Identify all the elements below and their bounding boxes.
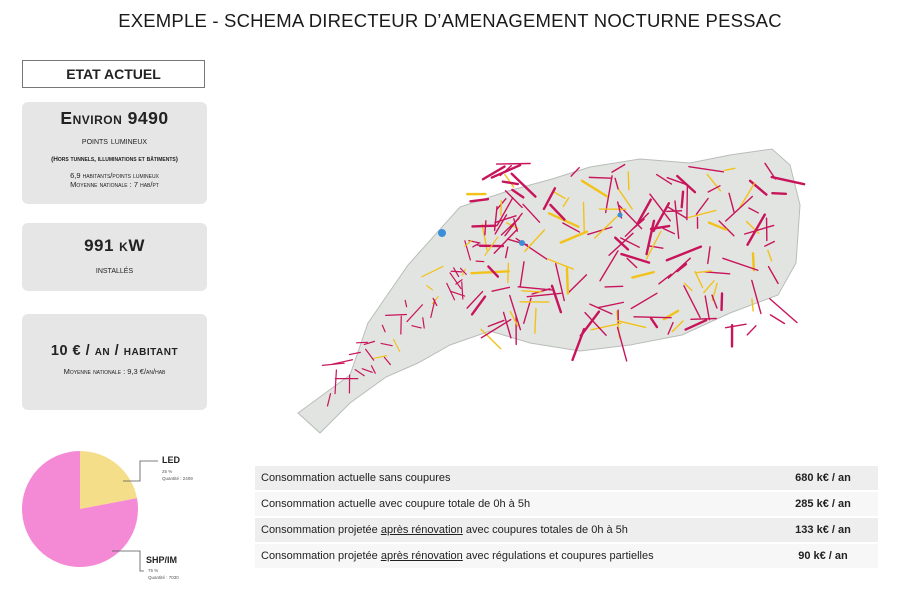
consumption-label: Consommation projetée après rénovation a… <box>255 550 768 562</box>
map-street <box>605 286 623 287</box>
map-street <box>386 315 407 316</box>
map-street <box>567 268 568 293</box>
power-headline: 991 kW <box>22 236 207 256</box>
map-street <box>770 315 784 324</box>
pie-label-shp: SHP/IM <box>146 555 177 565</box>
consumption-row: Consommation projetée après rénovation a… <box>255 518 878 542</box>
map-area <box>298 149 800 433</box>
state-label: ETAT ACTUEL <box>66 66 161 82</box>
pie-svg <box>20 443 230 593</box>
cost-line1: Moyenne nationale : 9,3 €/an/hab <box>22 367 207 376</box>
map-svg <box>290 145 810 445</box>
map-street <box>772 193 785 194</box>
page-title: EXEMPLE - SCHEMA DIRECTEUR D’AMENAGEMENT… <box>0 10 900 32</box>
points-ratio: 6,9 habitants/points lumineux Moyenne na… <box>22 171 207 189</box>
map-street <box>505 175 514 187</box>
map-water-2 <box>519 240 525 246</box>
map-street <box>691 319 716 320</box>
pie-sub-shp-2: Quantité : 7030 <box>148 575 179 580</box>
map-water-3 <box>618 213 623 218</box>
map-street <box>497 164 531 165</box>
map-street <box>634 317 671 318</box>
map-street <box>682 192 683 208</box>
points-line4: Moyenne nationale : 7 hab/pt <box>22 180 207 189</box>
consumption-label: Consommation actuelle sans coupures <box>255 472 768 484</box>
power-card: 991 kW installés <box>22 223 207 291</box>
map-street <box>584 202 585 232</box>
consumption-value: 133 k€ / an <box>768 524 878 536</box>
pie-sub-led-2: Quantité : 2409 <box>162 476 193 481</box>
cost-card: 10 € / an / habitant Moyenne nationale :… <box>22 314 207 410</box>
pie-sub-shp-1: 75 % <box>148 568 158 573</box>
state-label-box: ETAT ACTUEL <box>22 60 205 88</box>
map-street <box>747 326 756 335</box>
map-street <box>472 226 495 227</box>
consumption-row: Consommation actuelle avec coupure total… <box>255 492 878 516</box>
map-street <box>503 182 518 184</box>
consumption-table: Consommation actuelle sans coupures 680 … <box>255 466 878 570</box>
map-street <box>753 253 754 270</box>
points-card: Environ 9490 points lumineux (Hors tunne… <box>22 102 207 204</box>
map-street <box>687 186 688 220</box>
consumption-value: 680 k€ / an <box>768 472 878 484</box>
pie-chart: LED 25 % Quantité : 2409 SHP/IM 75 % Qua… <box>20 443 230 593</box>
points-line3: 6,9 habitants/points lumineux <box>22 171 207 180</box>
consumption-row: Consommation actuelle sans coupures 680 … <box>255 466 878 490</box>
power-line1: installés <box>22 265 207 276</box>
consumption-value: 285 k€ / an <box>768 498 878 510</box>
map-street <box>770 299 797 323</box>
map-street <box>508 263 509 282</box>
consumption-label: Consommation projetée après rénovation a… <box>255 524 768 536</box>
points-headline: Environ 9490 <box>22 108 207 129</box>
map-street <box>589 177 611 178</box>
map-water-1 <box>438 229 446 237</box>
city-lighting-map <box>290 145 810 445</box>
map-street <box>628 172 629 190</box>
consumption-row: Consommation projetée après rénovation a… <box>255 544 878 568</box>
consumption-value: 90 k€ / an <box>768 550 878 562</box>
points-line2: (Hors tunnels, illuminations et bâtiment… <box>22 156 207 163</box>
map-street <box>726 324 746 327</box>
points-line1: points lumineux <box>22 135 207 147</box>
pie-label-led: LED <box>162 455 180 465</box>
pie-sub-led-1: 25 % <box>162 469 172 474</box>
cost-headline: 10 € / an / habitant <box>22 343 207 359</box>
pie-leader-shp <box>112 551 144 571</box>
consumption-label: Consommation actuelle avec coupure total… <box>255 498 768 510</box>
